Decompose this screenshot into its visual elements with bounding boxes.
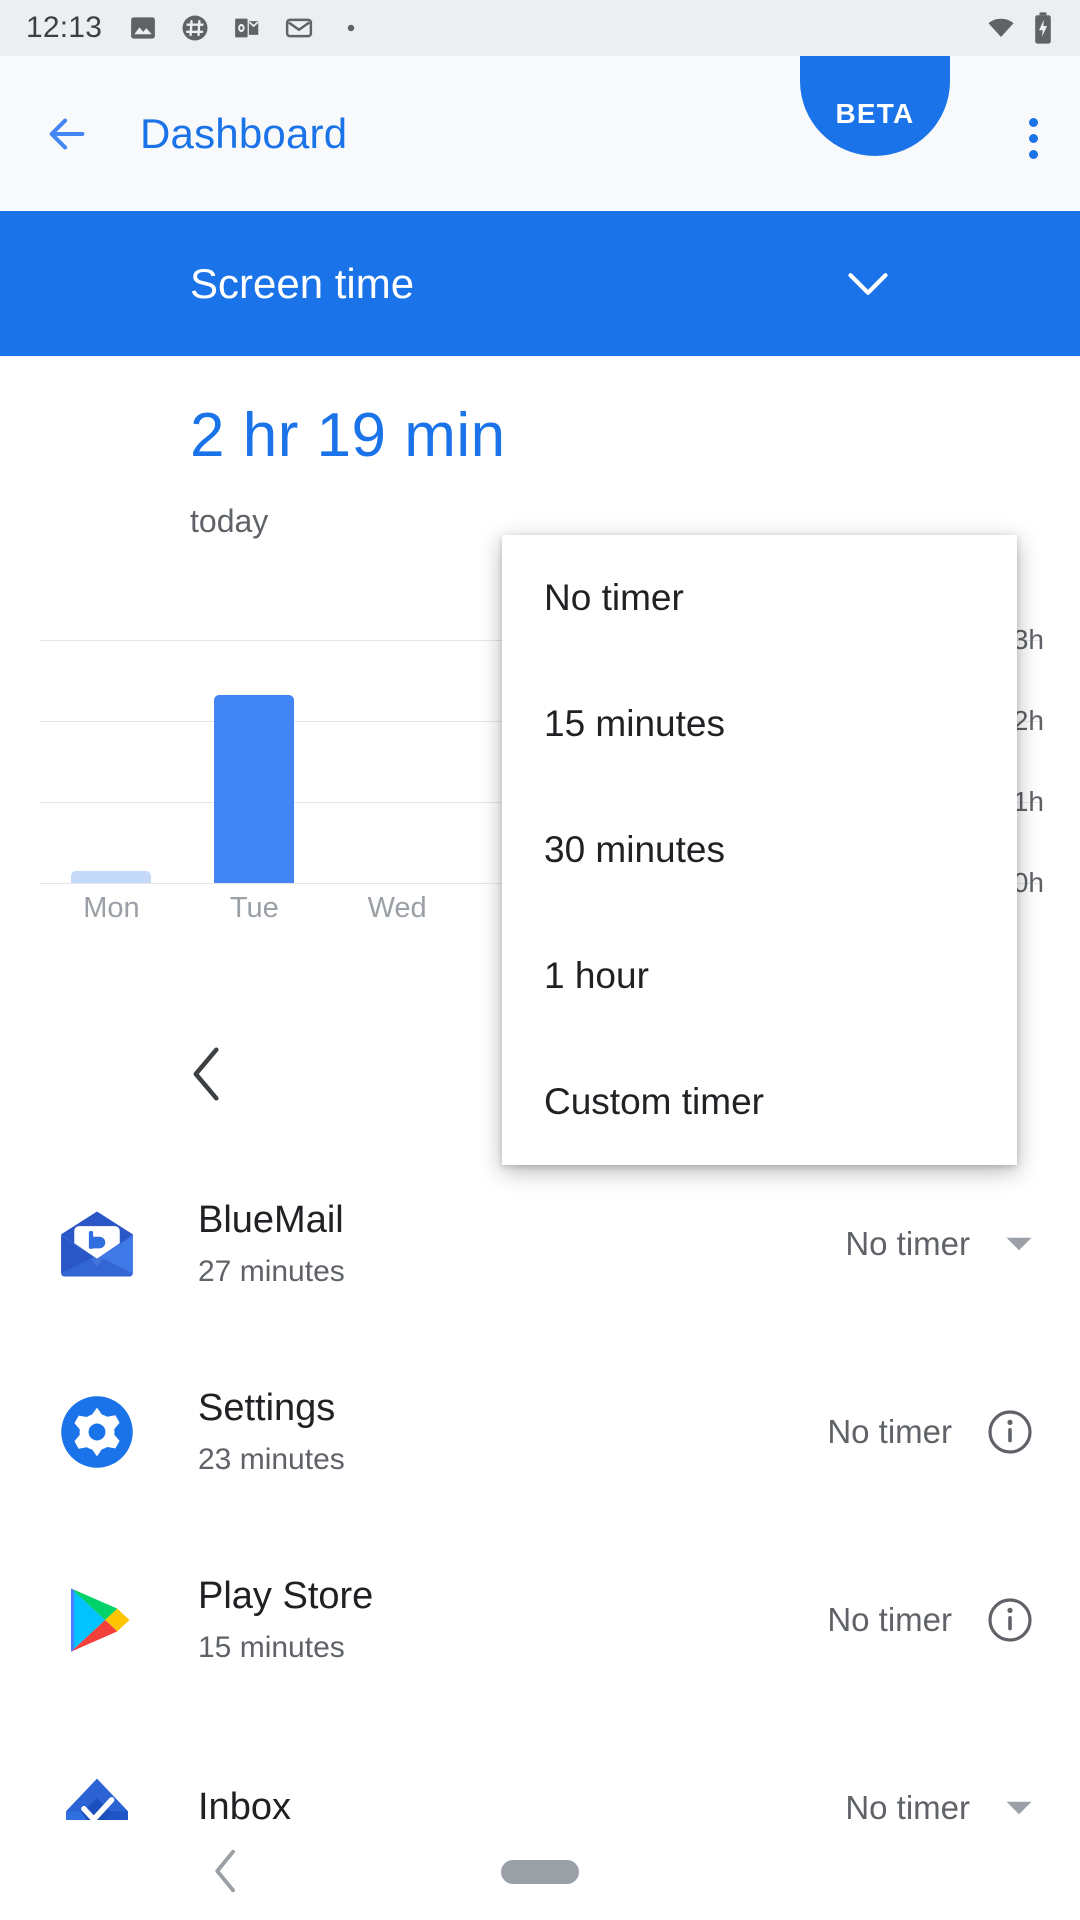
previous-day-button[interactable] [190,1046,224,1102]
app-usage-row[interactable]: BlueMail 27 minutes No timer [0,1150,1080,1338]
app-name: BlueMail [198,1199,344,1242]
menu-item-30-minutes[interactable]: 30 minutes [502,787,1017,913]
app-usage-time: 15 minutes [198,1630,345,1664]
status-system-icons [984,11,1054,45]
app-timer-label: No timer [827,1413,952,1450]
x-tick-label: Tue [229,892,279,924]
outlook-icon [235,18,259,38]
caret-down-icon[interactable] [1004,1235,1034,1253]
phone-screen: 12:13 Dashboard BETA Screen time 2 hr 19… [0,0,1080,1920]
back-arrow-icon[interactable] [44,111,90,157]
dot [1029,118,1038,127]
app-usage-row[interactable]: Settings 23 minutes No timer [0,1338,1080,1526]
app-meta: BlueMail 27 minutes [198,1199,345,1289]
slack-icon [182,15,208,41]
x-tick-label: Wed [367,892,427,924]
chart-bar [71,870,152,883]
status-notification-icons [128,13,366,43]
bluemail-icon [58,1205,136,1283]
app-usage-list: BlueMail 27 minutes No timer Settings 23 min… [0,1150,1080,1902]
app-name: Settings [198,1387,336,1430]
status-bar: 12:13 [0,0,1080,56]
menu-item-no-timer[interactable]: No timer [502,535,1017,661]
info-icon[interactable] [986,1596,1034,1644]
banner-title: Screen time [190,259,415,307]
image-icon [131,17,155,39]
system-nav-bar [0,1820,1080,1920]
info-icon[interactable] [986,1408,1034,1456]
summary-period: today [190,503,269,539]
app-timer-control[interactable]: No timer [827,1408,1034,1456]
app-name: Play Store [198,1575,374,1618]
play-store-icon [58,1581,136,1659]
settings-gear-icon [58,1393,136,1471]
status-clock: 12:13 [26,11,103,44]
system-back-button[interactable] [212,1848,240,1894]
screen-time-banner[interactable]: Screen time [0,211,1080,356]
app-usage-row[interactable]: Play Store 15 minutes No timer [0,1526,1080,1714]
dot [1029,134,1038,143]
home-pill-button[interactable] [501,1860,579,1884]
more-options-button[interactable] [1029,118,1038,159]
screen-time-summary: 2 hr 19 min today [190,400,506,540]
menu-item-1-hour[interactable]: 1 hour [502,913,1017,1039]
dot-icon [347,24,355,32]
app-meta: Settings 23 minutes [198,1387,345,1477]
dot [1029,150,1038,159]
chart-bar [214,695,295,883]
page-title: Dashboard [140,109,348,157]
app-meta: Play Store 15 minutes [198,1575,373,1665]
x-tick-label: Mon [83,892,140,924]
timer-dropdown-menu: No timer 15 minutes 30 minutes 1 hour Cu… [502,535,1017,1165]
app-timer-control[interactable]: No timer [827,1596,1034,1644]
app-timer-control[interactable]: No timer [845,1225,1034,1263]
app-timer-label: No timer [827,1601,952,1638]
app-usage-time: 27 minutes [198,1254,345,1288]
wifi-icon [988,18,1014,37]
chevron-down-icon[interactable] [846,270,890,298]
caret-down-icon[interactable] [1004,1799,1034,1817]
mail-icon [285,18,313,38]
menu-item-15-minutes[interactable]: 15 minutes [502,661,1017,787]
battery-charging-icon [1035,12,1051,44]
total-screen-time: 2 hr 19 min [190,401,506,470]
app-timer-label: No timer [845,1225,970,1262]
menu-item-custom-timer[interactable]: Custom timer [502,1039,1017,1165]
app-usage-time: 23 minutes [198,1442,345,1476]
